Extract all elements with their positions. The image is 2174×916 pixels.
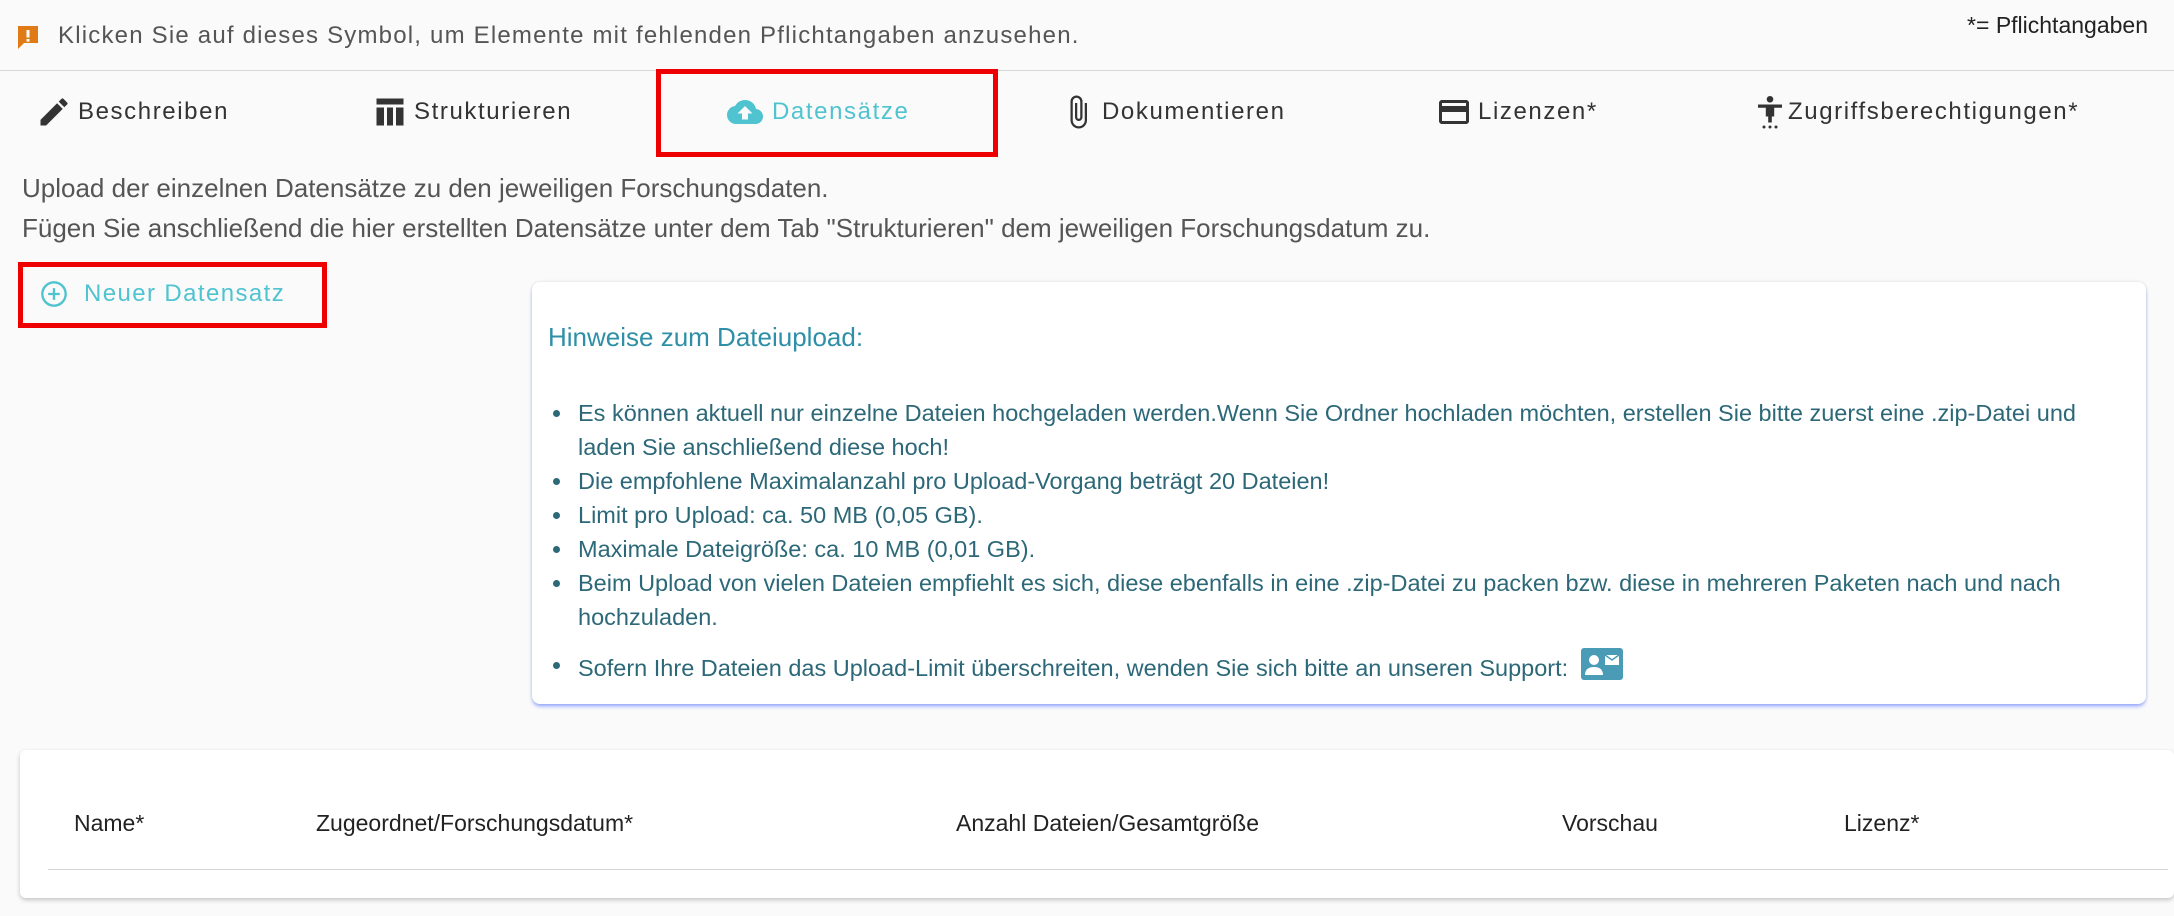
tab-beschreiben[interactable]: Beschreiben xyxy=(36,92,229,132)
tab-strukturieren[interactable]: Strukturieren xyxy=(372,92,572,132)
table-icon xyxy=(376,98,404,126)
warning-banner: Klicken Sie auf dieses Symbol, um Elemen… xyxy=(0,0,2174,71)
tab-label: Strukturieren xyxy=(414,98,573,125)
required-fields-note: *= Pflichtangaben xyxy=(1967,12,2148,38)
tab-label: Beschreiben xyxy=(78,98,230,125)
tab-dokumentieren[interactable]: Dokumentieren xyxy=(1060,92,1286,132)
column-header-preview[interactable]: Vorschau xyxy=(1562,810,1658,837)
intro-text: Upload der einzelnen Datensätze zu den j… xyxy=(22,168,1430,248)
add-circle-icon xyxy=(41,281,67,307)
intro-line-1: Upload der einzelnen Datensätze zu den j… xyxy=(22,173,829,203)
tab-bar: Beschreiben Strukturieren Datensätze Dok… xyxy=(0,72,2174,152)
upload-hints-card: Hinweise zum Dateiupload: Es können aktu… xyxy=(532,282,2146,704)
list-item: Die empfohlene Maximalanzahl pro Upload-… xyxy=(548,464,2128,498)
column-header-file-count[interactable]: Anzahl Dateien/Gesamtgröße xyxy=(956,810,1259,837)
list-item: Beim Upload von vielen Dateien empfiehlt… xyxy=(548,566,2128,634)
tab-label: Dokumentieren xyxy=(1102,98,1286,125)
hints-list: Es können aktuell nur einzelne Dateien h… xyxy=(548,396,2128,685)
column-header-name[interactable]: Name* xyxy=(74,810,144,837)
list-item: Maximale Dateigröße: ca. 10 MB (0,01 GB)… xyxy=(548,532,2128,566)
datasets-table: Name* Zugeordnet/Forschungsdatum* Anzahl… xyxy=(20,750,2174,898)
tab-lizenzen[interactable]: Lizenzen* xyxy=(1436,92,1598,132)
tab-label: Lizenzen* xyxy=(1478,98,1598,125)
accessibility-icon xyxy=(1758,95,1782,129)
tab-label: Zugriffsberechtigungen* xyxy=(1788,98,2080,125)
column-header-license[interactable]: Lizenz* xyxy=(1844,810,1919,837)
column-header-assigned[interactable]: Zugeordnet/Forschungsdatum* xyxy=(316,810,633,837)
contact-support-icon[interactable] xyxy=(1580,648,1623,680)
missing-fields-warning-icon[interactable] xyxy=(15,24,41,50)
table-header-divider xyxy=(48,869,2168,870)
support-hint-text: Sofern Ihre Dateien das Upload-Limit übe… xyxy=(578,655,1569,681)
list-item: Es können aktuell nur einzelne Dateien h… xyxy=(548,396,2128,464)
pencil-icon xyxy=(40,98,68,126)
new-dataset-label: Neuer Datensatz xyxy=(84,280,286,307)
credit-card-icon xyxy=(1439,100,1469,124)
hints-title: Hinweise zum Dateiupload: xyxy=(548,322,864,352)
warning-text: Klicken Sie auf dieses Symbol, um Elemen… xyxy=(58,22,1080,49)
list-item: Sofern Ihre Dateien das Upload-Limit übe… xyxy=(548,648,2128,685)
new-dataset-button[interactable]: Neuer Datensatz xyxy=(40,276,285,312)
paperclip-icon xyxy=(1070,95,1087,129)
tab-zugriffsberechtigungen[interactable]: Zugriffsberechtigungen* xyxy=(1752,92,2079,132)
list-item: Limit pro Upload: ca. 50 MB (0,05 GB). xyxy=(548,498,2128,532)
highlight-box-datensaetze-tab xyxy=(656,69,998,157)
intro-line-2: Fügen Sie anschließend die hier erstellt… xyxy=(22,213,1431,243)
